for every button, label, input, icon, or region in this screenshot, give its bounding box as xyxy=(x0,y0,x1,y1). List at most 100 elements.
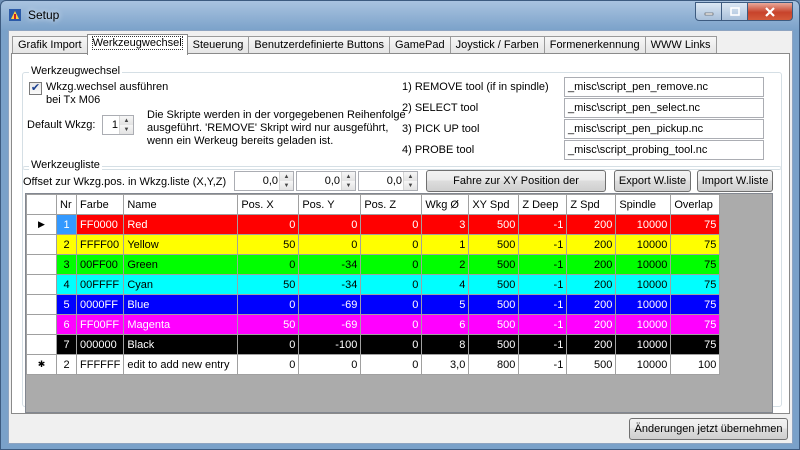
offset-z-spinner[interactable]: 0,0 ▲ ▼ xyxy=(358,171,418,191)
cell-nr[interactable]: 2 xyxy=(56,354,77,375)
row-header[interactable] xyxy=(26,314,57,335)
cell-farbe[interactable]: 0000FF xyxy=(75,294,125,315)
import-toollist-button[interactable]: Import W.liste xyxy=(697,170,773,192)
cell-posy[interactable]: -69 xyxy=(298,294,362,315)
cell-wkg[interactable]: 3,0 xyxy=(421,354,470,375)
cell-spindle[interactable]: 10000 xyxy=(615,334,672,355)
cell-zdeep[interactable]: -1 xyxy=(518,314,568,335)
cell-nr[interactable]: 3 xyxy=(56,254,77,275)
cell-zspd[interactable]: 200 xyxy=(566,334,617,355)
tab-benutzerdefinierte-buttons[interactable]: Benutzerdefinierte Buttons xyxy=(248,36,391,54)
cell-posz[interactable]: 0 xyxy=(360,254,423,275)
cell-posy[interactable]: -100 xyxy=(298,334,362,355)
cell-spindle[interactable]: 10000 xyxy=(615,294,672,315)
cell-farbe[interactable]: FF00FF xyxy=(75,314,125,335)
row-header[interactable] xyxy=(26,274,57,295)
offset-y-spinner[interactable]: 0,0 ▲ ▼ xyxy=(296,171,356,191)
cell-posz[interactable]: 0 xyxy=(360,274,423,295)
cell-nr[interactable]: 5 xyxy=(56,294,77,315)
row-header[interactable] xyxy=(26,334,57,355)
cell-wkg[interactable]: 6 xyxy=(421,314,470,335)
tab-formenerkennung[interactable]: Formenerkennung xyxy=(543,36,646,54)
table-row[interactable]: 3 00FF00 Green 0 -34 0 2 500 -1 200 10000 75 xyxy=(26,254,721,275)
cell-overlap[interactable]: 75 xyxy=(670,214,721,235)
cell-posx[interactable]: 0 xyxy=(237,254,300,275)
cell-farbe[interactable]: FFFFFF xyxy=(75,354,125,375)
row-header[interactable] xyxy=(26,254,57,275)
cell-nr[interactable]: 4 xyxy=(56,274,77,295)
cell-posy[interactable]: 0 xyxy=(298,234,362,255)
cell-nr[interactable]: 1 xyxy=(56,214,77,235)
cell-overlap[interactable]: 75 xyxy=(670,254,721,275)
spin-up-icon[interactable]: ▲ xyxy=(342,172,355,181)
cell-wkg[interactable]: 1 xyxy=(421,234,470,255)
cell-zspd[interactable]: 500 xyxy=(566,354,617,375)
column-header[interactable]: XY Spd xyxy=(468,194,520,215)
spin-up-icon[interactable]: ▲ xyxy=(404,172,417,181)
cell-xyspd[interactable]: 500 xyxy=(468,334,520,355)
table-row[interactable]: 2 FFFF00 Yellow 50 0 0 1 500 -1 200 10000 75 xyxy=(26,234,721,255)
cell-zdeep[interactable]: -1 xyxy=(518,214,568,235)
table-row[interactable]: 4 00FFFF Cyan 50 -34 0 4 500 -1 200 10000 75 xyxy=(26,274,721,295)
row-header[interactable] xyxy=(26,294,57,315)
cell-nr[interactable]: 7 xyxy=(56,334,77,355)
cell-posx[interactable]: 0 xyxy=(237,294,300,315)
apply-changes-button[interactable]: Änderungen jetzt übernehmen xyxy=(629,418,788,440)
cell-zspd[interactable]: 200 xyxy=(566,294,617,315)
table-row[interactable]: ▶ 1 FF0000 Red 0 0 0 3 500 -1 200 10000 75 xyxy=(26,214,721,235)
cell-xyspd[interactable]: 500 xyxy=(468,294,520,315)
cell-overlap[interactable]: 75 xyxy=(670,294,721,315)
cell-name[interactable]: Magenta xyxy=(123,314,239,335)
table-row[interactable]: 6 FF00FF Magenta 50 -69 0 6 500 -1 200 10000 75 xyxy=(26,314,721,335)
column-header[interactable]: Z Deep xyxy=(518,194,568,215)
cell-spindle[interactable]: 10000 xyxy=(615,354,672,375)
cell-posz[interactable]: 0 xyxy=(360,354,423,375)
cell-nr[interactable]: 2 xyxy=(56,234,77,255)
script-path-probe[interactable]: _misc\script_probing_tool.nc xyxy=(564,140,764,160)
current-row-icon[interactable]: ▶ xyxy=(26,214,57,235)
cell-zspd[interactable]: 200 xyxy=(566,254,617,275)
cell-name[interactable]: Red xyxy=(123,214,239,235)
column-header[interactable]: Pos. X xyxy=(237,194,300,215)
new-row-icon[interactable]: ✱ xyxy=(26,354,57,375)
cell-farbe[interactable]: 00FF00 xyxy=(75,254,125,275)
cell-posx[interactable]: 50 xyxy=(237,274,300,295)
cell-name[interactable]: Blue xyxy=(123,294,239,315)
cell-zdeep[interactable]: -1 xyxy=(518,274,568,295)
spin-up-icon[interactable]: ▲ xyxy=(280,172,293,181)
cell-posx[interactable]: 0 xyxy=(237,214,300,235)
spin-down-icon[interactable]: ▼ xyxy=(280,181,293,190)
title-bar[interactable]: Setup xyxy=(1,1,799,29)
cell-posz[interactable]: 0 xyxy=(360,294,423,315)
cell-farbe[interactable]: FFFF00 xyxy=(75,234,125,255)
cell-xyspd[interactable]: 500 xyxy=(468,254,520,275)
cell-name[interactable]: Yellow xyxy=(123,234,239,255)
goto-xy-button[interactable]: Fahre zur XY Position der xyxy=(426,170,606,192)
cell-spindle[interactable]: 10000 xyxy=(615,214,672,235)
cell-posy[interactable]: -34 xyxy=(298,254,362,275)
cell-posz[interactable]: 0 xyxy=(360,214,423,235)
cell-name[interactable]: Black xyxy=(123,334,239,355)
cell-spindle[interactable]: 10000 xyxy=(615,274,672,295)
table-row[interactable]: 7 000000 Black 0 -100 0 8 500 -1 200 10000 75 xyxy=(26,334,721,355)
cell-posx[interactable]: 50 xyxy=(237,314,300,335)
cell-zspd[interactable]: 200 xyxy=(566,234,617,255)
cell-zspd[interactable]: 200 xyxy=(566,314,617,335)
cell-wkg[interactable]: 3 xyxy=(421,214,470,235)
cell-overlap[interactable]: 100 xyxy=(670,354,721,375)
minimize-button[interactable] xyxy=(695,2,722,21)
offset-x-spinner[interactable]: 0,0 ▲ ▼ xyxy=(234,171,294,191)
cell-xyspd[interactable]: 500 xyxy=(468,214,520,235)
cell-farbe[interactable]: 000000 xyxy=(75,334,125,355)
cell-wkg[interactable]: 5 xyxy=(421,294,470,315)
maximize-button[interactable] xyxy=(722,2,748,21)
cell-zspd[interactable]: 200 xyxy=(566,214,617,235)
column-header[interactable]: Wkg Ø xyxy=(421,194,470,215)
spin-up-icon[interactable]: ▲ xyxy=(120,116,133,125)
column-header[interactable]: Farbe xyxy=(75,194,125,215)
cell-posy[interactable]: -69 xyxy=(298,314,362,335)
column-header[interactable]: Name xyxy=(123,194,239,215)
cell-zdeep[interactable]: -1 xyxy=(518,294,568,315)
cell-xyspd[interactable]: 500 xyxy=(468,274,520,295)
cell-zdeep[interactable]: -1 xyxy=(518,354,568,375)
